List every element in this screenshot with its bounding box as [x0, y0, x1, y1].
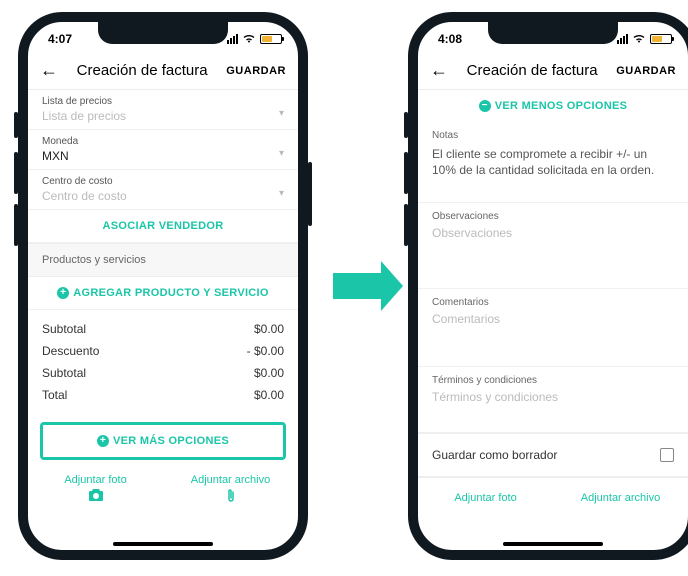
battery-icon	[260, 34, 282, 44]
comments-field[interactable]: Comentarios Comentarios	[418, 289, 688, 367]
terms-field[interactable]: Términos y condiciones Términos y condic…	[418, 367, 688, 433]
currency-field[interactable]: Moneda MXN ▾	[28, 130, 298, 170]
clock: 4:08	[438, 32, 462, 46]
home-indicator	[503, 542, 603, 546]
home-indicator	[113, 542, 213, 546]
phone-frame-left: 4:07 ← Creación de factura GUARDAR Lista…	[18, 12, 308, 560]
discount-label: Descuento	[42, 344, 99, 358]
associate-seller-button[interactable]: ASOCIAR VENDEDOR	[28, 210, 298, 243]
minus-circle-icon: −	[479, 100, 491, 112]
total-value: $0.00	[254, 388, 284, 402]
save-draft-checkbox[interactable]	[660, 448, 674, 462]
more-options-button[interactable]: +VER MÁS OPCIONES	[42, 424, 284, 458]
subtotal2-label: Subtotal	[42, 366, 86, 380]
currency-value: MXN	[42, 149, 284, 167]
currency-label: Moneda	[42, 136, 284, 147]
less-options-button[interactable]: −VER MENOS OPCIONES	[418, 90, 688, 122]
attach-file-button[interactable]: Adjuntar archivo	[553, 486, 688, 510]
notch	[98, 22, 228, 44]
app-bar: ← Creación de factura GUARDAR	[418, 52, 688, 90]
price-list-value: Lista de precios	[42, 109, 284, 127]
attach-file-button[interactable]: Adjuntar archivo	[163, 468, 298, 513]
products-section-header: Productos y servicios	[28, 243, 298, 277]
plus-circle-icon: +	[57, 287, 69, 299]
form-scroll[interactable]: −VER MENOS OPCIONES Notas El cliente se …	[418, 90, 688, 538]
terms-label: Términos y condiciones	[432, 375, 674, 386]
save-draft-label: Guardar como borrador	[432, 448, 557, 462]
terms-placeholder: Términos y condiciones	[432, 390, 674, 404]
price-list-field[interactable]: Lista de precios Lista de precios ▾	[28, 90, 298, 130]
notes-text: El cliente se compromete a recibir +/- u…	[432, 145, 674, 184]
cost-center-label: Centro de costo	[42, 176, 284, 187]
chevron-down-icon: ▾	[279, 148, 284, 159]
save-button[interactable]: GUARDAR	[226, 65, 286, 77]
subtotal-label: Subtotal	[42, 322, 86, 336]
transition-arrow	[318, 273, 398, 299]
cost-center-field[interactable]: Centro de costo Centro de costo ▾	[28, 170, 298, 210]
chevron-down-icon: ▾	[279, 108, 284, 119]
form-scroll[interactable]: Lista de precios Lista de precios ▾ Mone…	[28, 90, 298, 538]
save-button[interactable]: GUARDAR	[616, 65, 676, 77]
observations-placeholder: Observaciones	[432, 226, 674, 240]
phone-frame-right: 4:08 ← Creación de factura GUARDAR −VER …	[408, 12, 688, 560]
paperclip-icon	[226, 491, 236, 507]
discount-value: - $0.00	[247, 344, 284, 358]
back-icon[interactable]: ←	[40, 60, 58, 81]
add-product-button[interactable]: +AGREGAR PRODUCTO Y SERVICIO	[28, 277, 298, 310]
camera-icon	[88, 489, 104, 505]
attach-row: Adjuntar foto Adjuntar archivo	[28, 468, 298, 513]
battery-icon	[650, 34, 672, 44]
notes-field[interactable]: Notas El cliente se compromete a recibir…	[418, 122, 688, 203]
subtotal2-value: $0.00	[254, 366, 284, 380]
comments-label: Comentarios	[432, 297, 674, 308]
cost-center-value: Centro de costo	[42, 189, 284, 207]
wifi-icon	[632, 32, 646, 46]
wifi-icon	[242, 32, 256, 46]
chevron-down-icon: ▾	[279, 188, 284, 199]
attach-photo-button[interactable]: Adjuntar foto	[418, 486, 553, 510]
observations-field[interactable]: Observaciones Observaciones	[418, 203, 688, 289]
price-list-label: Lista de precios	[42, 96, 284, 107]
clock: 4:07	[48, 32, 72, 46]
attach-row: Adjuntar foto Adjuntar archivo	[418, 477, 688, 518]
page-title: Creación de factura	[77, 62, 208, 79]
cellular-icon	[617, 34, 628, 44]
back-icon[interactable]: ←	[430, 60, 448, 81]
plus-circle-icon: +	[97, 435, 109, 447]
totals-block: Subtotal $0.00 Descuento - $0.00 Subtotal $…	[28, 310, 298, 414]
save-draft-row[interactable]: Guardar como borrador	[418, 433, 688, 477]
observations-label: Observaciones	[432, 211, 674, 222]
total-label: Total	[42, 388, 67, 402]
comments-placeholder: Comentarios	[432, 312, 674, 326]
app-bar: ← Creación de factura GUARDAR	[28, 52, 298, 90]
page-title: Creación de factura	[467, 62, 598, 79]
cellular-icon	[227, 34, 238, 44]
attach-photo-button[interactable]: Adjuntar foto	[28, 468, 163, 513]
subtotal-value: $0.00	[254, 322, 284, 336]
notes-label: Notas	[432, 130, 674, 141]
arrow-right-icon	[333, 273, 383, 299]
notch	[488, 22, 618, 44]
